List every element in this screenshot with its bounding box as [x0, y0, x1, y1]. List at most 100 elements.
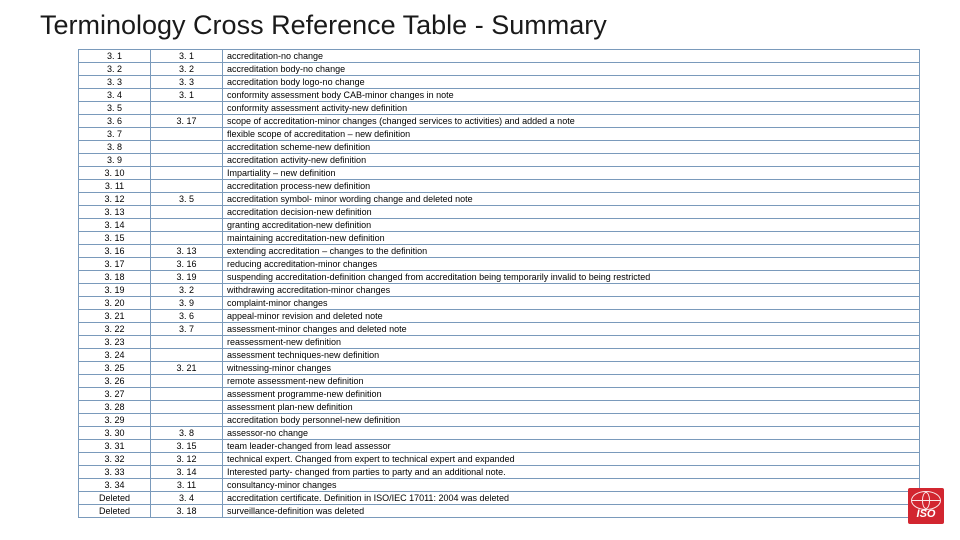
table-row: Deleted3. 18surveillance-definition was … [79, 505, 920, 518]
description-cell: accreditation decision-new definition [223, 206, 920, 219]
col-b-cell [151, 128, 223, 141]
col-b-cell [151, 232, 223, 245]
col-b-cell: 3. 19 [151, 271, 223, 284]
page-title: Terminology Cross Reference Table - Summ… [0, 0, 960, 49]
table-row: 3. 123. 5accreditation symbol- minor wor… [79, 193, 920, 206]
col-b-cell [151, 375, 223, 388]
col-a-cell: 3. 18 [79, 271, 151, 284]
table-row: 3. 9accreditation activity-new definitio… [79, 154, 920, 167]
description-cell: remote assessment-new definition [223, 375, 920, 388]
col-a-cell: 3. 7 [79, 128, 151, 141]
col-a-cell: 3. 14 [79, 219, 151, 232]
col-b-cell: 3. 8 [151, 427, 223, 440]
table-row: 3. 33. 3accreditation body logo-no chang… [79, 76, 920, 89]
description-cell: assessment techniques-new definition [223, 349, 920, 362]
description-cell: accreditation body-no change [223, 63, 920, 76]
iso-logo-text: ISO [908, 508, 944, 520]
description-cell: assessment programme-new definition [223, 388, 920, 401]
table-row: 3. 7 flexible scope of accreditation – ne… [79, 128, 920, 141]
table-row: 3. 14 granting accreditation-new definiti… [79, 219, 920, 232]
table-row: 3. 253. 21witnessing-minor changes [79, 362, 920, 375]
table-row: 3. 173. 16reducing accreditation-minor c… [79, 258, 920, 271]
description-cell: accreditation certificate. Definition in… [223, 492, 920, 505]
table-row: 3. 303. 8assessor-no change [79, 427, 920, 440]
col-a-cell: 3. 11 [79, 180, 151, 193]
col-a-cell: 3. 24 [79, 349, 151, 362]
col-a-cell: 3. 26 [79, 375, 151, 388]
description-cell: reducing accreditation-minor changes [223, 258, 920, 271]
col-a-cell: 3. 19 [79, 284, 151, 297]
table-row: 3. 343. 11consultancy-minor changes [79, 479, 920, 492]
table-row: 3. 10 Impartiality – new definition [79, 167, 920, 180]
table-row: 3. 15maintaining accreditation-new defin… [79, 232, 920, 245]
col-b-cell [151, 180, 223, 193]
col-a-cell: 3. 16 [79, 245, 151, 258]
col-a-cell: 3. 20 [79, 297, 151, 310]
col-b-cell: 3. 17 [151, 115, 223, 128]
description-cell: granting accreditation-new definition [223, 219, 920, 232]
table-row: 3. 23reassessment-new definition [79, 336, 920, 349]
col-b-cell: 3. 16 [151, 258, 223, 271]
col-b-cell [151, 349, 223, 362]
description-cell: accreditation-no change [223, 50, 920, 63]
col-b-cell: 3. 6 [151, 310, 223, 323]
description-cell: appeal-minor revision and deleted note [223, 310, 920, 323]
col-a-cell: 3. 30 [79, 427, 151, 440]
col-a-cell: 3. 3 [79, 76, 151, 89]
col-b-cell: 3. 1 [151, 50, 223, 63]
col-a-cell: 3. 33 [79, 466, 151, 479]
cross-reference-table: 3. 13. 1accreditation-no change3. 23. 2a… [78, 49, 920, 518]
description-cell: accreditation scheme-new definition [223, 141, 920, 154]
col-b-cell: 3. 14 [151, 466, 223, 479]
description-cell: team leader-changed from lead assessor [223, 440, 920, 453]
col-b-cell: 3. 1 [151, 89, 223, 102]
table-row: 3. 8accreditation scheme-new definition [79, 141, 920, 154]
col-a-cell: 3. 12 [79, 193, 151, 206]
col-b-cell [151, 401, 223, 414]
table-row: 3. 43. 1conformity assessment body CAB-m… [79, 89, 920, 102]
table-row: 3. 183. 19suspending accreditation-defin… [79, 271, 920, 284]
col-a-cell: 3. 34 [79, 479, 151, 492]
col-b-cell: 3. 4 [151, 492, 223, 505]
col-a-cell: 3. 17 [79, 258, 151, 271]
col-b-cell: 3. 5 [151, 193, 223, 206]
col-b-cell: 3. 12 [151, 453, 223, 466]
col-b-cell: 3. 18 [151, 505, 223, 518]
table-row: 3. 163. 13extending accreditation – chan… [79, 245, 920, 258]
iso-logo: ISO [908, 488, 944, 524]
description-cell: withdrawing accreditation-minor changes [223, 284, 920, 297]
col-b-cell: 3. 15 [151, 440, 223, 453]
table-row: 3. 323. 12technical expert. Changed from… [79, 453, 920, 466]
col-b-cell [151, 206, 223, 219]
description-cell: accreditation body logo-no change [223, 76, 920, 89]
table-row: 3. 24 assessment techniques-new definitio… [79, 349, 920, 362]
table-row: 3. 223. 7assessment-minor changes and de… [79, 323, 920, 336]
table-row: Deleted3. 4accreditation certificate. De… [79, 492, 920, 505]
col-a-cell: 3. 1 [79, 50, 151, 63]
col-a-cell: 3. 6 [79, 115, 151, 128]
col-b-cell [151, 414, 223, 427]
col-a-cell: 3. 29 [79, 414, 151, 427]
description-cell: surveillance-definition was deleted [223, 505, 920, 518]
col-b-cell [151, 336, 223, 349]
table-row: 3. 333. 14Interested party- changed from… [79, 466, 920, 479]
description-cell: complaint-minor changes [223, 297, 920, 310]
col-b-cell: 3. 2 [151, 284, 223, 297]
col-a-cell: 3. 10 [79, 167, 151, 180]
col-a-cell: 3. 25 [79, 362, 151, 375]
table-row: 3. 26 remote assessment-new definition [79, 375, 920, 388]
col-a-cell: 3. 27 [79, 388, 151, 401]
col-a-cell: 3. 2 [79, 63, 151, 76]
col-a-cell: 3. 28 [79, 401, 151, 414]
col-b-cell [151, 388, 223, 401]
col-b-cell [151, 167, 223, 180]
table-row: 3. 27 assessment programme-new definition [79, 388, 920, 401]
description-cell: accreditation body personnel-new definit… [223, 414, 920, 427]
description-cell: Impartiality – new definition [223, 167, 920, 180]
description-cell: Interested party- changed from parties t… [223, 466, 920, 479]
col-b-cell [151, 219, 223, 232]
description-cell: extending accreditation – changes to the… [223, 245, 920, 258]
description-cell: consultancy-minor changes [223, 479, 920, 492]
description-cell: flexible scope of accreditation – new de… [223, 128, 920, 141]
description-cell: maintaining accreditation-new definition [223, 232, 920, 245]
